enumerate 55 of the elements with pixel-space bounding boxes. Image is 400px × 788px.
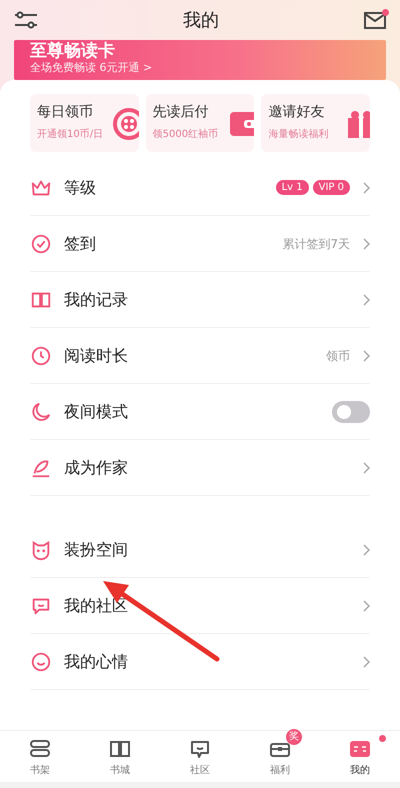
menu-item[interactable]: 签到 累计签到7天 [30, 216, 370, 272]
card-subtitle: 领5000红袖币 [152, 128, 220, 142]
menu-item[interactable]: 我的记录 [30, 272, 370, 328]
menu-label: 我的记录 [64, 288, 129, 310]
quick-card[interactable]: 邀请好友 海量畅读福利 [261, 94, 370, 152]
level-badge: Lv 1 [276, 180, 309, 195]
menu-item[interactable]: 我的心情 [30, 634, 370, 690]
chevron-icon [362, 544, 370, 556]
tab-item[interactable]: 奖 福利 [240, 731, 320, 782]
card-title: 先读后付 [152, 103, 210, 122]
menu-label: 成为作家 [64, 456, 129, 478]
moon-icon [30, 400, 52, 422]
menu-label: 签到 [64, 232, 97, 254]
reward-badge: 奖 [286, 729, 302, 745]
tab-item[interactable]: 我的 [320, 731, 400, 782]
quick-card[interactable]: 先读后付 领5000红袖币 [146, 94, 254, 152]
menu-label: 等级 [64, 176, 97, 198]
toggle-switch[interactable] [332, 400, 370, 422]
chevron-icon [362, 294, 370, 306]
banner-subtitle: 全场免费畅读 6元开通 > [30, 60, 154, 76]
menu-label: 我的心情 [64, 650, 129, 672]
card-subtitle: 海量畅读福利 [268, 128, 330, 142]
quick-card[interactable]: 每日领币 开通领10币/日 [30, 94, 139, 152]
menu-item[interactable]: 等级 Lv 1 VIP 0 [30, 160, 370, 216]
menu-item[interactable]: 夜间模式 [30, 384, 370, 440]
menu-label: 装扮空间 [64, 538, 129, 560]
menu-item[interactable]: 成为作家 [30, 440, 370, 496]
menu-label: 夜间模式 [64, 400, 129, 422]
menu-item[interactable]: 装扮空间 [30, 522, 370, 578]
chevron-icon [362, 656, 370, 668]
chevron-icon [362, 462, 370, 474]
card-title: 邀请好友 [268, 103, 326, 122]
chevron-icon [362, 350, 370, 362]
settings-icon[interactable] [14, 11, 38, 29]
chevron-icon [362, 600, 370, 612]
clock-icon [30, 344, 52, 366]
coin-icon [112, 108, 139, 140]
card-subtitle: 开通领10币/日 [37, 128, 104, 142]
level-badge: VIP 0 [312, 180, 350, 195]
tab-item[interactable]: 社区 [160, 731, 240, 782]
tab-item[interactable]: 书架 [0, 731, 80, 782]
page-title: 我的 [183, 8, 219, 32]
smile-icon [30, 650, 52, 672]
menu-item[interactable]: 阅读时长 领币 [30, 328, 370, 384]
mail-icon[interactable] [364, 12, 386, 28]
check-circle-icon [30, 232, 52, 254]
chevron-icon [362, 182, 370, 194]
tab-item[interactable]: 书城 [80, 731, 160, 782]
menu-value: 领币 [326, 348, 350, 364]
card-title: 每日领币 [37, 103, 94, 122]
chevron-icon [362, 238, 370, 250]
menu-value: 累计签到7天 [282, 236, 350, 252]
cat-face-icon [30, 538, 52, 560]
banner-title: 至尊畅读卡 [30, 42, 116, 60]
menu-label: 阅读时长 [64, 344, 129, 366]
